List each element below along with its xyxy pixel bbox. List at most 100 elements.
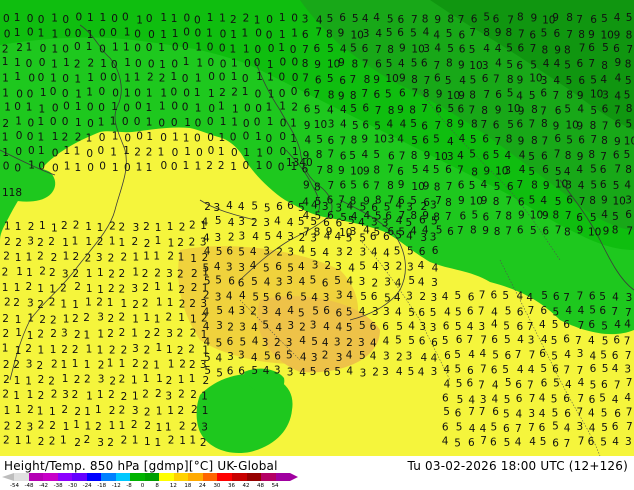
temperature-value: 6 xyxy=(339,12,346,24)
temperature-value: 3 xyxy=(274,365,281,377)
temperature-value: 9 xyxy=(399,42,406,54)
temperature-value: 0 xyxy=(16,88,23,100)
temperature-value: 9 xyxy=(399,73,406,85)
temperature-value: 2 xyxy=(72,313,79,325)
temperature-value: 1 xyxy=(218,146,225,158)
temperature-value: 3 xyxy=(216,320,223,332)
temperature-value: 8 xyxy=(350,90,357,102)
temperature-value: 8 xyxy=(626,103,633,115)
temperature-value: 1 xyxy=(255,131,262,143)
temperature-value: 1 xyxy=(178,312,185,324)
temperature-value: 5 xyxy=(216,246,223,258)
temperature-value: 2 xyxy=(324,260,331,272)
temperature-value: 6 xyxy=(375,59,382,71)
temperature-value: 4 xyxy=(539,319,546,331)
temperature-value: 6 xyxy=(275,261,282,273)
temperature-value: 6 xyxy=(612,421,619,433)
temperature-value: 7 xyxy=(624,335,631,347)
temperature-value: 4 xyxy=(418,260,425,272)
temperature-value: 6 xyxy=(493,120,500,132)
temperature-value: 4 xyxy=(299,245,306,257)
temperature-value: 1 xyxy=(123,41,130,53)
colorbar-tick-label: -24 xyxy=(82,483,92,489)
temperature-value: 0 xyxy=(134,29,141,41)
temperature-value: 5 xyxy=(251,276,258,288)
temperature-value: 2 xyxy=(108,253,115,265)
temperature-value: 6 xyxy=(324,367,331,379)
temperature-value: 1 xyxy=(159,100,166,112)
temperature-value: 5 xyxy=(469,149,476,161)
temperature-value: 1 xyxy=(37,283,44,295)
temperature-value: 0 xyxy=(136,131,143,143)
temperature-value: 1 xyxy=(134,71,141,83)
temperature-value: 2 xyxy=(4,420,11,432)
temperature-value: 5 xyxy=(541,27,548,39)
temperature-value: 2 xyxy=(154,327,161,339)
temperature-value: 4 xyxy=(516,90,523,102)
temperature-value: 9 xyxy=(531,12,538,24)
temperature-value: 6 xyxy=(495,89,502,101)
temperature-value: 1 xyxy=(97,329,104,341)
temperature-value: 6 xyxy=(540,88,547,100)
temperature-value: 9 xyxy=(577,151,584,163)
temperature-value: 0 xyxy=(112,87,119,99)
temperature-value: 2 xyxy=(62,132,69,144)
temperature-value: 0 xyxy=(243,130,250,142)
temperature-value: 1 xyxy=(146,102,153,114)
temperature-value: 7 xyxy=(614,164,621,176)
temperature-value: 3 xyxy=(407,261,414,273)
temperature-value: 0 xyxy=(207,132,214,144)
colorbar-max-arrow xyxy=(290,473,298,481)
temperature-value: 3 xyxy=(201,422,208,434)
temperature-value: 2 xyxy=(178,284,185,296)
map-view[interactable]: 0100100110010110011221010010110010010011… xyxy=(0,0,634,456)
temperature-value: 5 xyxy=(564,103,571,115)
temperature-value: 4 xyxy=(316,14,323,26)
temperature-value: 5 xyxy=(348,215,355,227)
temperature-value: 2 xyxy=(74,59,81,71)
temperature-value: 1 xyxy=(230,43,237,55)
temperature-value: 7 xyxy=(515,423,522,435)
temperature-value: 6 xyxy=(435,103,442,115)
temperature-value: 4 xyxy=(418,277,425,289)
temperature-value: 1 xyxy=(184,146,191,158)
temperature-value: 3 xyxy=(227,351,234,363)
temperature-value: 2 xyxy=(2,267,9,279)
temperature-value: 4 xyxy=(564,423,571,435)
temperature-value: 0 xyxy=(87,118,94,130)
temperature-value: 5 xyxy=(359,260,366,272)
temperature-value: 5 xyxy=(407,245,414,257)
temperature-value: 4 xyxy=(383,247,390,259)
temperature-value: 1 xyxy=(64,160,71,172)
temperature-value: 6 xyxy=(456,334,463,346)
product-title: Height/Temp. 850 hPa [gdmp][°C] UK-Globa… xyxy=(4,459,278,473)
colorbar-segment xyxy=(246,473,262,481)
temperature-value: 1 xyxy=(107,358,114,370)
temperature-value: 2 xyxy=(121,252,128,264)
temperature-value: 4 xyxy=(275,307,282,319)
temperature-value: 9 xyxy=(482,225,489,237)
temperature-value: 4 xyxy=(492,394,499,406)
temperature-value: 0 xyxy=(99,132,106,144)
temperature-value: 9 xyxy=(615,57,622,69)
temperature-value: 2 xyxy=(13,297,20,309)
temperature-value: 1 xyxy=(38,145,45,157)
temperature-value: 6 xyxy=(540,305,547,317)
temperature-value: 2 xyxy=(190,389,197,401)
temperature-value: 7 xyxy=(302,73,309,85)
temperature-value: 5 xyxy=(600,350,607,362)
temperature-value: 0 xyxy=(134,43,141,55)
temperature-value: 2 xyxy=(15,420,22,432)
temperature-value: 6 xyxy=(517,306,524,318)
temperature-value: 8 xyxy=(601,135,608,147)
temperature-value: 1 xyxy=(75,89,82,101)
colorbar-segment xyxy=(275,473,291,481)
temperature-value: 2 xyxy=(204,201,211,213)
temperature-value: 3 xyxy=(625,436,632,448)
temperature-value: 9 xyxy=(588,29,595,41)
temperature-value: 6 xyxy=(553,291,560,303)
temperature-value: 4 xyxy=(516,408,523,420)
height-label-118: 118 xyxy=(2,187,22,199)
temperature-value: 4 xyxy=(348,262,355,274)
temperature-value: 1 xyxy=(72,358,79,370)
